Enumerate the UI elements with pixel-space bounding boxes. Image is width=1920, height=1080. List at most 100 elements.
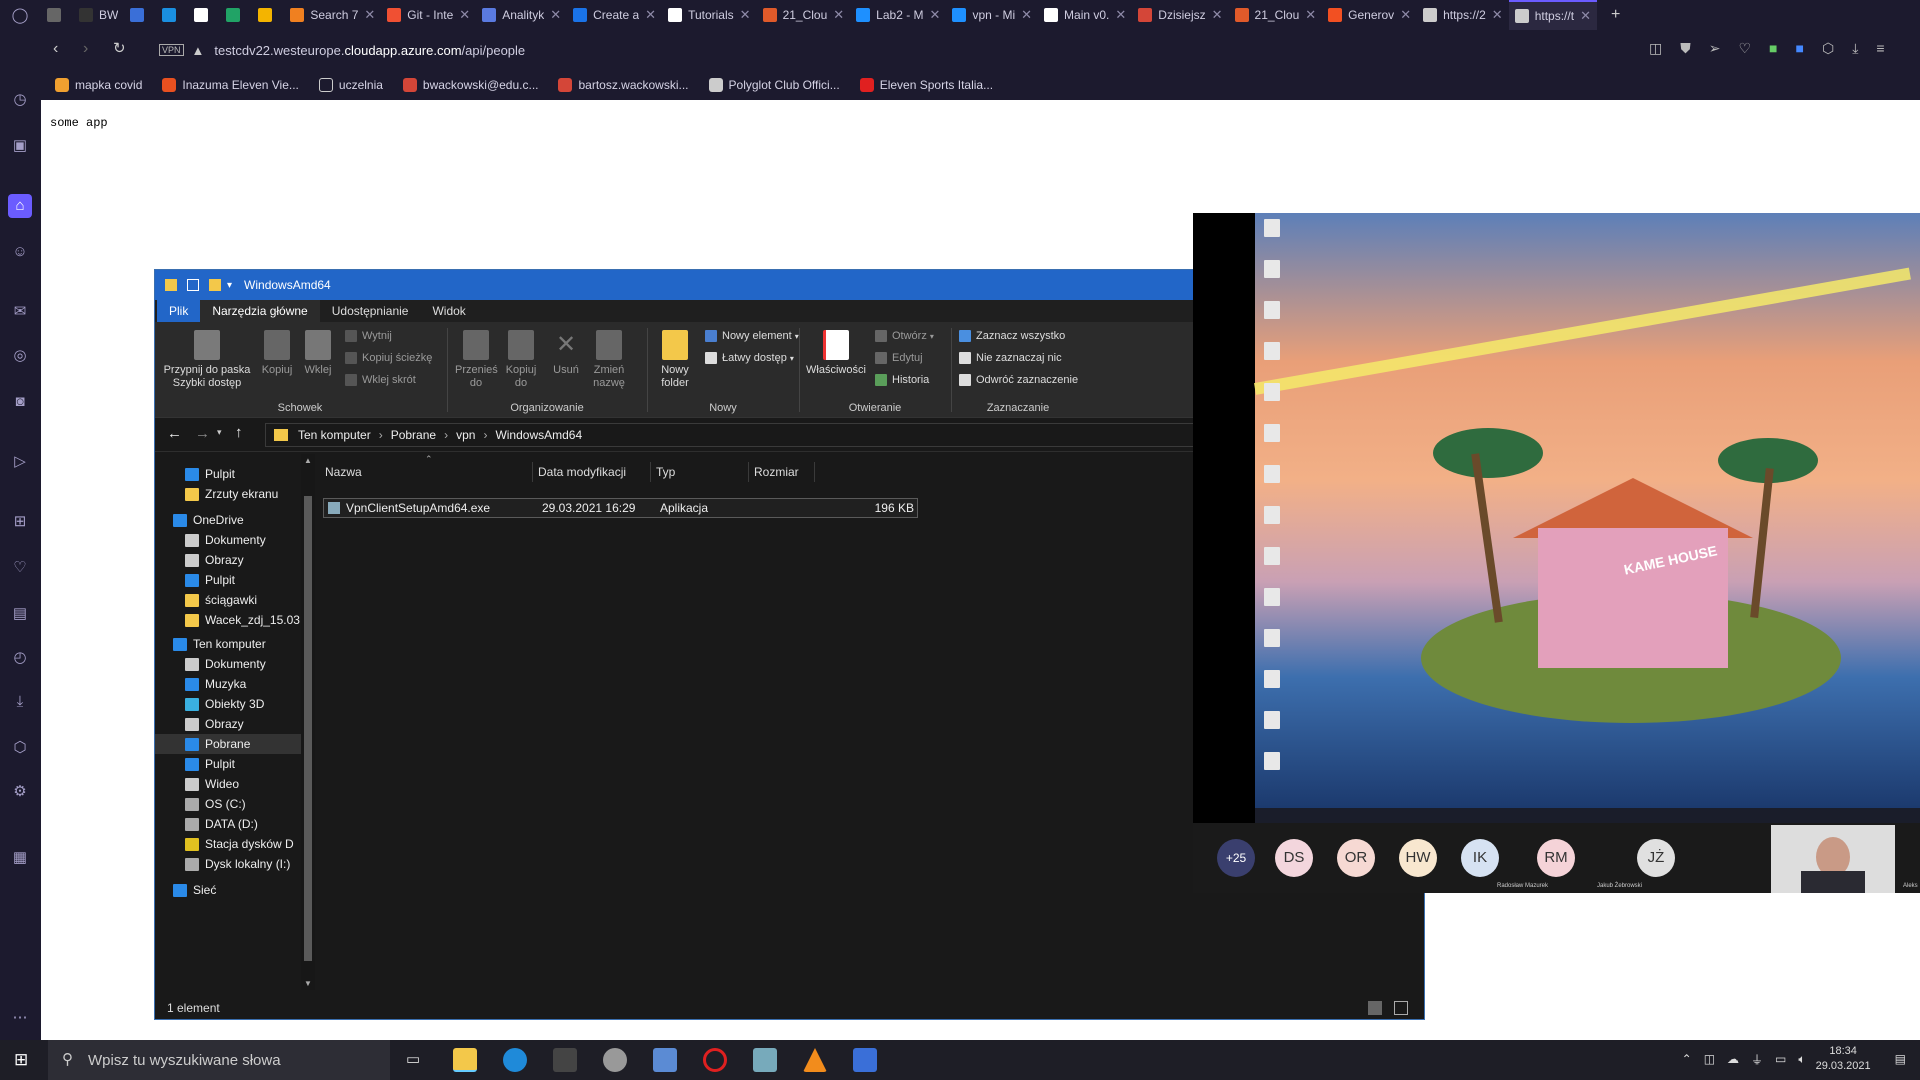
participant-avatar[interactable]: RM [1537,839,1575,877]
browser-tab[interactable]: Lab2 - M ✕ [850,0,946,30]
back-icon[interactable]: ‹ [53,40,58,58]
tab-close-icon[interactable]: ✕ [740,7,751,23]
shield-icon[interactable]: ⛊ [1680,40,1691,57]
speed-dial-icon[interactable]: ◷ [8,88,32,112]
browser-tab[interactable]: Search 7 ✕ [284,0,381,30]
task-view-icon[interactable]: ▭ [406,1050,420,1068]
tab-close-icon[interactable]: ✕ [1400,7,1411,23]
messenger-icon[interactable]: ✉ [8,300,32,324]
home-icon[interactable]: ⌂ [8,194,32,218]
breadcrumb-item[interactable]: Ten komputer [298,428,371,442]
open-button[interactable]: Otwórz ▾ [875,330,934,342]
app-icon[interactable] [653,1048,677,1072]
settings-icon[interactable]: ⚙ [8,780,32,804]
heart-icon[interactable]: ♡ [8,556,32,580]
browser-tab[interactable]: Main v0. ✕ [1038,0,1132,30]
column-size[interactable]: Rozmiar [749,462,815,482]
tab-close-icon[interactable]: ✕ [459,7,470,23]
discord-icon[interactable]: ◙ [8,390,32,414]
tab-share[interactable]: Udostępnianie [320,300,421,322]
bookmark-item[interactable]: Eleven Sports Italia... [859,78,993,92]
tab-view[interactable]: Widok [420,300,477,322]
grid-icon[interactable]: ⊞ [8,510,32,534]
new-item-button[interactable]: Nowy element ▾ [705,330,799,342]
delete-button[interactable]: ✕ Usuń [549,330,583,377]
copy-path-button[interactable]: Kopiuj ścieżkę [345,352,432,364]
taskbar-search-input[interactable]: ⚲ Wpisz tu wyszukiwane słowa [48,1040,390,1080]
copy-to-button[interactable]: Kopiuj do [501,330,541,390]
nvidia-icon[interactable]: ■ [1769,40,1777,57]
instagram-icon[interactable]: ◎ [8,344,32,368]
camera-icon[interactable]: ◫ [1649,40,1662,57]
scroll-down-icon[interactable]: ▼ [304,979,312,988]
tab-close-icon[interactable]: ✕ [1021,7,1032,23]
app-icon[interactable] [603,1048,627,1072]
nav-item[interactable]: OS (C:) [155,794,301,814]
invert-selection-button[interactable]: Odwróć zaznaczenie [959,374,1078,386]
nav-item[interactable]: Zrzuty ekranu [155,484,301,504]
nav-scrollbar[interactable]: ▲ ▼ [301,454,315,990]
participant-avatar[interactable]: HW [1399,839,1437,877]
tab-close-icon[interactable]: ✕ [1580,8,1591,24]
browser-tab[interactable]: 21_Clou ✕ [1229,0,1323,30]
new-tab-icon[interactable]: + [1611,6,1620,24]
tab-close-icon[interactable]: ✕ [833,7,844,23]
browser-tab[interactable]: Generov ✕ [1322,0,1417,30]
nav-item[interactable]: Pobrane [155,734,301,754]
extension-icon[interactable]: ■ [1796,40,1804,57]
nav-item[interactable]: Pulpit [155,754,301,774]
more-icon[interactable]: ⋯ [8,1006,32,1030]
easy-access-button[interactable]: Łatwy dostęp ▾ [705,352,794,364]
tab-close-icon[interactable]: ✕ [1305,7,1316,23]
tab-close-icon[interactable]: ✕ [1115,7,1126,23]
details-view-icon[interactable] [1368,1001,1382,1015]
vlc-icon[interactable] [803,1048,827,1072]
quick-access-dropdown-icon[interactable]: ▾ [227,280,232,291]
breadcrumb-item[interactable]: WindowsAmd64 [495,428,582,442]
download-icon[interactable]: ⤓ [1852,40,1858,57]
warning-icon[interactable]: ▲ [192,43,205,58]
browser-tab[interactable]: 21_Clou ✕ [757,0,851,30]
breadcrumb-item[interactable]: vpn [456,428,475,442]
nav-item[interactable]: DATA (D:) [155,814,301,834]
file-explorer-taskbar-icon[interactable] [453,1048,477,1072]
tab-close-icon[interactable]: ✕ [1492,7,1503,23]
news-icon[interactable]: ▤ [8,602,32,626]
app-icon[interactable] [753,1048,777,1072]
bookmark-item[interactable]: uczelnia [318,78,383,92]
tab-close-icon[interactable]: ✕ [1212,7,1223,23]
browser-tab[interactable] [41,0,73,30]
nav-item[interactable]: Wideo [155,774,301,794]
nav-item[interactable]: Stacja dysków D [155,834,301,854]
back-arrow-icon[interactable]: ← [167,425,182,442]
browser-tab[interactable]: BW [73,0,124,30]
paste-shortcut-button[interactable]: Wklej skrót [345,374,416,386]
download-icon[interactable]: ⤓ [8,690,32,714]
nav-item[interactable]: Muzyka [155,674,301,694]
bookmark-item[interactable]: Inazuma Eleven Vie... [162,78,299,92]
edge-icon[interactable] [503,1048,527,1072]
browser-tab[interactable]: Git - Inte ✕ [381,0,476,30]
new-folder-button[interactable]: Nowy folder [653,330,697,390]
nav-item[interactable]: Sieć [155,880,301,900]
usb-icon[interactable]: ⏚ [1751,1051,1763,1068]
browser-tab[interactable]: Tutorials ✕ [662,0,756,30]
participant-avatar[interactable]: DS [1275,839,1313,877]
tab-close-icon[interactable]: ✕ [930,7,941,23]
history-button[interactable]: Historia [875,374,929,386]
select-none-button[interactable]: Nie zaznaczaj nic [959,352,1062,364]
tab-file[interactable]: Plik [157,300,201,322]
nav-item[interactable]: Dokumenty [155,654,301,674]
nav-item[interactable]: Obiekty 3D [155,694,301,714]
extension-icon[interactable]: ▦ [8,846,32,870]
scroll-up-icon[interactable]: ▲ [304,456,312,465]
nav-item[interactable]: OneDrive [155,510,301,530]
recent-locations-icon[interactable]: ▾ [217,427,222,438]
browser-tab[interactable]: Analityk ✕ [476,0,567,30]
scroll-thumb[interactable] [304,496,312,961]
cloud-icon[interactable]: ☁ [1727,1052,1739,1066]
volume-icon[interactable]: 🔈︎ [1798,1052,1805,1067]
copy-button[interactable]: Kopiuj [259,330,295,377]
column-type[interactable]: Typ [651,462,749,482]
nav-item[interactable]: Dysk lokalny (I:) [155,854,301,874]
